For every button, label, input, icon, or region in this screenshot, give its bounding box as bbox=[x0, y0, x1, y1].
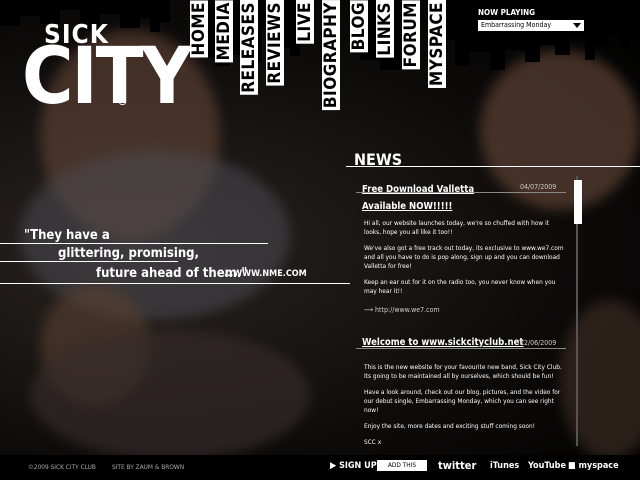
add-this-button[interactable]: ADD THIS bbox=[377, 460, 427, 471]
youtube-link[interactable]: YouTube bbox=[528, 461, 566, 471]
nav-live[interactable]: LIVE bbox=[295, 0, 315, 44]
nav-links[interactable]: LINKS bbox=[375, 0, 395, 58]
post-paragraph: This is the new website for your favouri… bbox=[364, 363, 562, 380]
post-date: 22/06/2009 bbox=[520, 339, 557, 347]
myspace-link[interactable]: ■ myspace bbox=[568, 461, 619, 471]
post-link[interactable]: ⟶ http://www.we7.com bbox=[364, 306, 440, 314]
site-by-link[interactable]: SITE BY ZAUM & BROWN bbox=[112, 463, 184, 471]
post-paragraph: Enjoy the site, more dates and exciting … bbox=[364, 422, 536, 430]
twitter-link[interactable]: twitter bbox=[438, 459, 476, 472]
myspace-people-icon: ■ bbox=[568, 461, 576, 471]
quote-rule bbox=[0, 243, 268, 244]
myspace-label: myspace bbox=[578, 461, 619, 471]
nav-myspace[interactable]: MYSPACE bbox=[427, 0, 447, 88]
post-paragraph: Keep an ear out for it on the radio too,… bbox=[364, 278, 556, 295]
itunes-link[interactable]: iTunes bbox=[490, 461, 519, 471]
nav-home[interactable]: HOME bbox=[189, 0, 209, 58]
news-scroll-thumb[interactable] bbox=[574, 180, 582, 224]
quote-rule bbox=[0, 283, 350, 284]
nav-biography[interactable]: BIOGRAPHY bbox=[321, 0, 341, 111]
post-paragraph: Hi all, our website launches today, we'r… bbox=[364, 219, 549, 236]
nav-forum[interactable]: FORUM bbox=[401, 0, 421, 70]
post-rule bbox=[356, 192, 566, 193]
quote-source[interactable]: ...WWW.NME.COM bbox=[224, 269, 307, 279]
now-playing-label: NOW PLAYING bbox=[478, 8, 536, 17]
post-link-text: http://www.we7.com bbox=[375, 306, 440, 314]
copyright: ©2009 SICK CITY CLUB bbox=[28, 463, 96, 471]
post-paragraph: We've also got a free track out today, i… bbox=[364, 244, 564, 270]
nav-blog[interactable]: BLOG bbox=[349, 0, 369, 53]
chevron-down-icon bbox=[573, 23, 581, 28]
add-this-label: ADD THIS bbox=[387, 461, 417, 469]
quote-line-1: "They have a bbox=[24, 228, 110, 243]
post-title[interactable]: Welcome to www.sickcityclub.net bbox=[362, 337, 524, 348]
play-icon: ▶ bbox=[330, 461, 337, 471]
nav-releases[interactable]: RELEASES bbox=[239, 0, 259, 95]
guitarist-body bbox=[30, 330, 310, 455]
nav-reviews[interactable]: REVIEWS bbox=[265, 0, 285, 86]
post-paragraph: Have a look around, check out our blog, … bbox=[364, 388, 561, 414]
logo-city[interactable]: CITY bbox=[22, 38, 192, 116]
post-date: 04/07/2009 bbox=[520, 183, 557, 191]
post-rule bbox=[356, 348, 566, 349]
quote-rule bbox=[0, 261, 178, 262]
sign-up-label: SIGN UP bbox=[339, 461, 377, 471]
nav-media[interactable]: MEDIA bbox=[214, 0, 234, 63]
arrow-right-icon: ⟶ bbox=[364, 306, 374, 314]
post-paragraph: SCC x bbox=[364, 438, 382, 446]
post-body: This is the new website for your favouri… bbox=[364, 363, 564, 454]
post-body: Hi all, our website launches today, we'r… bbox=[364, 219, 564, 303]
now-playing-select[interactable]: Embarrassing Monday bbox=[478, 20, 584, 31]
right-figure-shadow bbox=[560, 300, 640, 455]
post-title[interactable]: Free Download Valletta Available NOW!!!!… bbox=[362, 181, 508, 215]
sign-up-button[interactable]: ▶ SIGN UP bbox=[330, 461, 377, 471]
quote-line-2: glittering, promising, bbox=[58, 246, 199, 261]
logo-club: CLUB bbox=[118, 78, 129, 106]
now-playing-track: Embarrassing Monday bbox=[481, 21, 552, 29]
news-rule bbox=[346, 166, 640, 167]
